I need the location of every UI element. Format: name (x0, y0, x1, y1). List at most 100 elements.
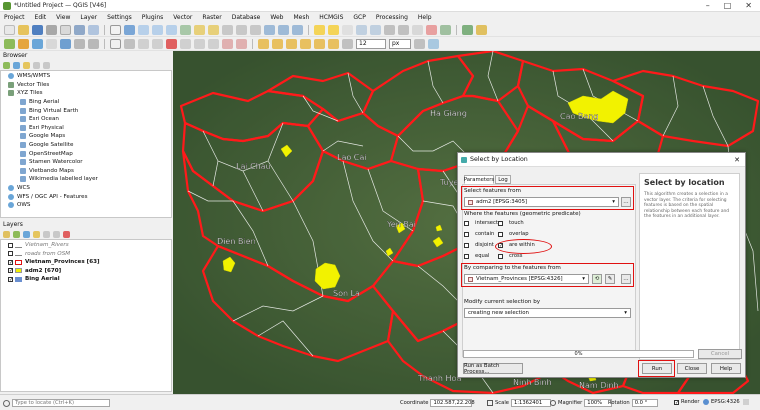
menu-project[interactable]: Project (4, 14, 25, 21)
copy-icon[interactable] (194, 38, 205, 49)
layout-manager-icon[interactable] (74, 24, 85, 35)
font-icon[interactable] (342, 38, 353, 49)
modify-combo[interactable]: creating new selection ▾ (464, 308, 631, 318)
measure-icon[interactable] (412, 24, 423, 35)
label-change-icon[interactable] (328, 38, 339, 49)
expand-all-icon[interactable] (43, 230, 50, 238)
font-unit-select[interactable]: px (389, 38, 411, 49)
add-postgis-icon[interactable] (60, 38, 71, 49)
layer-item[interactable]: ✓ Vietnam_Provinces [63] (4, 258, 171, 267)
menu-edit[interactable]: Edit (35, 14, 47, 21)
selected-only-icon[interactable]: ✎ (605, 274, 615, 284)
browser-item[interactable]: Bing Aerial (4, 98, 171, 107)
browser-item[interactable]: Wikimedia labelled layer (4, 175, 171, 184)
compare-combo[interactable]: Vietnam_Provinces [EPSG:4326] ▾ (464, 274, 589, 284)
browser-item[interactable]: WFS / OGC API - Features (4, 192, 171, 201)
predicate-checkbox[interactable] (464, 253, 469, 259)
show-bookmarks-icon[interactable] (278, 24, 289, 35)
menu-gcp[interactable]: GCP (353, 14, 365, 21)
delete-selected-icon[interactable] (166, 38, 177, 49)
layer-styling-icon[interactable] (3, 230, 10, 238)
zoom-to-layer-icon[interactable] (208, 24, 219, 35)
rotation-field[interactable]: 0.0 ° (631, 399, 658, 407)
close-window-button[interactable]: ✕ (745, 1, 752, 10)
tab-parameters[interactable]: Parameters (464, 175, 494, 184)
field-calculator-icon[interactable] (370, 24, 381, 35)
predicate-option[interactable]: overlap (498, 231, 528, 237)
browser-item[interactable]: Vector Tiles (4, 81, 171, 90)
close-button[interactable]: Close (677, 363, 707, 374)
paste-icon[interactable] (208, 38, 219, 49)
crs-label[interactable]: EPSG:4326 (711, 399, 740, 405)
map-tips-icon[interactable] (440, 24, 451, 35)
select-from-options-button[interactable]: … (621, 197, 631, 207)
zoom-in-icon[interactable] (138, 24, 149, 35)
properties-icon[interactable] (43, 61, 50, 69)
select-features-icon[interactable] (328, 24, 339, 35)
statistics-icon[interactable] (398, 24, 409, 35)
help-button[interactable]: Help (711, 363, 741, 374)
browser-item[interactable]: WMS/WMTS (4, 72, 171, 81)
print-layout-icon[interactable] (60, 24, 71, 35)
minimize-button[interactable]: – (706, 1, 710, 10)
add-group-icon[interactable] (13, 230, 20, 238)
browser-item[interactable]: XYZ Tiles (4, 89, 171, 98)
digitize-icon[interactable] (138, 38, 149, 49)
style-manager-icon[interactable] (88, 24, 99, 35)
dialog-close-icon[interactable]: ✕ (734, 156, 740, 164)
menu-mesh[interactable]: Mesh (293, 14, 309, 21)
layer-visibility-checkbox[interactable]: ✓ (8, 259, 13, 265)
layer-item[interactable]: ✓ Bing Aerial (4, 275, 171, 284)
compare-options-button[interactable]: … (621, 274, 631, 284)
menu-view[interactable]: View (56, 14, 70, 21)
menu-raster[interactable]: Raster (202, 14, 221, 21)
identify-icon[interactable] (314, 24, 325, 35)
predicate-checkbox[interactable] (464, 220, 469, 226)
pan-to-selection-icon[interactable] (124, 24, 135, 35)
crs-globe-icon[interactable] (703, 399, 709, 405)
collapse-all-icon[interactable] (33, 61, 40, 69)
predicate-option[interactable]: equal (464, 253, 489, 259)
zoom-last-icon[interactable] (236, 24, 247, 35)
predicate-option[interactable]: disjoint (464, 242, 494, 248)
browser-item[interactable]: Google Maps (4, 132, 171, 141)
messages-icon[interactable] (742, 399, 749, 405)
python-console-icon[interactable] (462, 24, 473, 35)
annotation-icon[interactable] (426, 24, 437, 35)
label-tool-icon[interactable] (258, 38, 269, 49)
redo-icon[interactable] (236, 38, 247, 49)
toggle-editing-icon[interactable] (110, 38, 121, 49)
manage-map-themes-icon[interactable] (23, 230, 30, 238)
remove-layer-icon[interactable] (63, 230, 70, 238)
maximize-button[interactable]: □ (724, 1, 732, 10)
zoom-native-icon[interactable] (222, 24, 233, 35)
zoom-next-icon[interactable] (250, 24, 261, 35)
menu-web[interactable]: Web (270, 14, 283, 21)
filter-browser-icon[interactable] (23, 61, 30, 69)
zoom-out-icon[interactable] (152, 24, 163, 35)
collapse-layers-icon[interactable] (53, 230, 60, 238)
browser-item[interactable]: Esri Ocean (4, 115, 171, 124)
pan-icon[interactable] (110, 24, 121, 35)
predicate-option[interactable]: intersect (464, 220, 498, 226)
add-delimited-text-icon[interactable] (32, 38, 43, 49)
predicate-option[interactable]: contain (464, 231, 494, 237)
render-checkbox[interactable]: ✓ (674, 399, 679, 405)
browser-item[interactable]: Google Satellite (4, 141, 171, 150)
menu-help[interactable]: Help (418, 14, 432, 21)
batch-process-button[interactable]: Run as Batch Process... (463, 363, 523, 375)
layer-visibility-checkbox[interactable] (8, 251, 13, 257)
zoom-to-selection-icon[interactable] (194, 24, 205, 35)
zoom-full-icon[interactable] (180, 24, 191, 35)
predicate-checkbox[interactable] (464, 242, 469, 248)
add-wms-icon[interactable] (74, 38, 85, 49)
select-from-combo[interactable]: adm2 [EPSG:3405] ▾ (464, 197, 619, 207)
browser-item[interactable]: WCS (4, 184, 171, 193)
save-project-icon[interactable] (32, 24, 43, 35)
browser-item[interactable]: Esri Physical (4, 124, 171, 133)
add-selected-layers-icon[interactable] (3, 61, 10, 69)
locator-search-input[interactable]: Type to locate (Ctrl+K) (12, 399, 110, 407)
zoom-rubber-icon[interactable] (166, 24, 177, 35)
run-button[interactable]: Run (642, 363, 672, 374)
menu-plugins[interactable]: Plugins (142, 14, 164, 21)
